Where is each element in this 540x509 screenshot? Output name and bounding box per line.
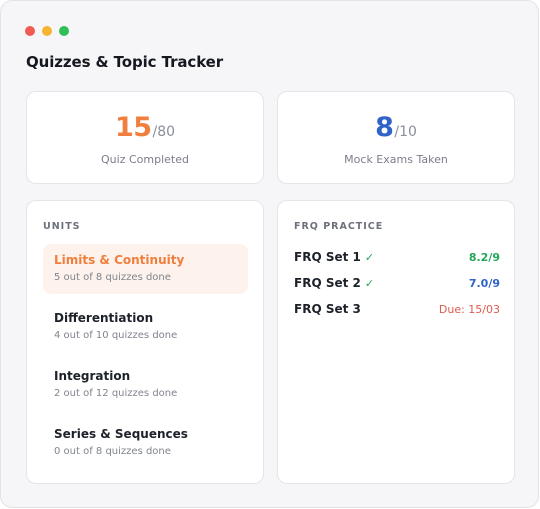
frq-due-date: Due: 15/03 xyxy=(438,302,500,316)
quiz-completed-count: 15 xyxy=(114,112,152,143)
quiz-completed-label: Quiz Completed xyxy=(101,153,189,166)
app-window: Quizzes & Topic Tracker 15/80 Quiz Compl… xyxy=(0,0,539,508)
close-button[interactable] xyxy=(25,26,35,36)
mock-exams-card: 8/10 Mock Exams Taken xyxy=(277,91,515,184)
mock-exams-total: /10 xyxy=(394,124,417,140)
frq-item[interactable]: FRQ Set 2 ✓ 7.0/9 xyxy=(294,270,500,296)
unit-name: Limits & Continuity xyxy=(54,253,185,267)
mock-exams-count: 8 xyxy=(375,112,394,143)
unit-item[interactable]: Limits & Continuity 5 out of 8 quizzes do… xyxy=(43,244,248,294)
mock-exams-label: Mock Exams Taken xyxy=(344,153,448,166)
frq-score: 8.2/9 xyxy=(468,250,500,264)
frq-list: FRQ Set 1 ✓ 8.2/9 FRQ Set 2 ✓ 7.0/9 FRQ Set 3 D… xyxy=(294,244,500,322)
check-icon: ✓ xyxy=(364,277,375,290)
page-title: Quizzes & Topic Tracker xyxy=(26,53,224,71)
units-heading: UNITS xyxy=(43,221,81,232)
frq-panel: FRQ PRACTICE FRQ Set 1 ✓ 8.2/9 FRQ Set 2 ✓ 7.… xyxy=(277,200,515,484)
unit-item[interactable]: Differentiation 4 out of 10 quizzes done xyxy=(43,302,248,352)
unit-progress: 2 out of 12 quizzes done xyxy=(54,388,178,399)
window-controls xyxy=(25,26,69,36)
unit-name: Integration xyxy=(54,369,131,383)
frq-name: FRQ Set 3 xyxy=(294,302,361,316)
quiz-completed-card: 15/80 Quiz Completed xyxy=(26,91,264,184)
unit-progress: 5 out of 8 quizzes done xyxy=(54,272,171,283)
unit-item[interactable]: Integration 2 out of 12 quizzes done xyxy=(43,360,248,410)
frq-item[interactable]: FRQ Set 3 Due: 15/03 xyxy=(294,296,500,322)
unit-name: Series & Sequences xyxy=(54,427,188,441)
unit-progress: 4 out of 10 quizzes done xyxy=(54,330,178,341)
unit-name: Differentiation xyxy=(54,311,154,325)
frq-item[interactable]: FRQ Set 1 ✓ 8.2/9 xyxy=(294,244,500,270)
quiz-total-count: /80 xyxy=(152,124,176,140)
minimize-button[interactable] xyxy=(42,26,52,36)
maximize-button[interactable] xyxy=(59,26,69,36)
unit-item[interactable]: Series & Sequences 0 out of 8 quizzes don… xyxy=(43,418,248,468)
frq-score: 7.0/9 xyxy=(468,276,500,290)
units-panel: UNITS Limits & Continuity 5 out of 8 quiz… xyxy=(26,200,264,484)
frq-name: FRQ Set 2 xyxy=(294,276,361,290)
frq-name: FRQ Set 1 xyxy=(294,250,361,264)
frq-heading: FRQ PRACTICE xyxy=(294,221,384,232)
check-icon: ✓ xyxy=(364,251,375,264)
unit-progress: 0 out of 8 quizzes done xyxy=(54,446,171,457)
unit-list: Limits & Continuity 5 out of 8 quizzes do… xyxy=(43,244,248,476)
